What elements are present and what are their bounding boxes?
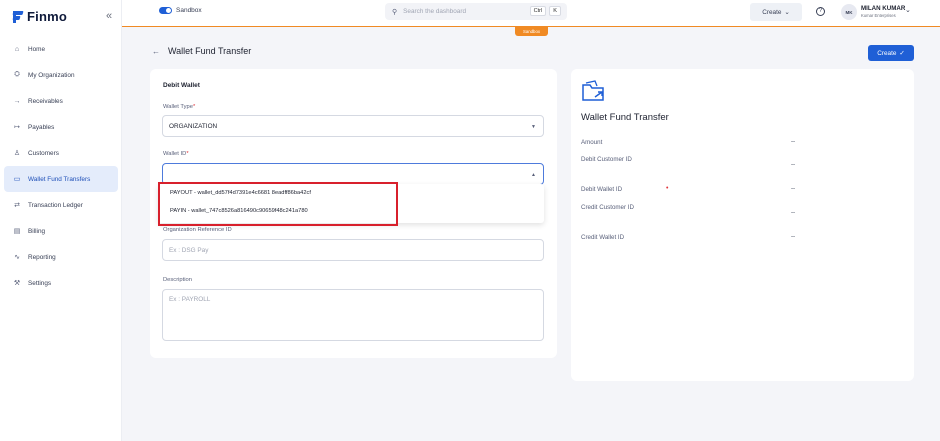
- sidebar-nav: ⌂ Home ⛭ My Organization → Receivables ↦…: [4, 36, 118, 296]
- reporting-icon: ∿: [14, 254, 20, 261]
- org-reference-input[interactable]: Ex : DSG Pay: [162, 239, 544, 261]
- sidebar-item-payables[interactable]: ↦ Payables: [4, 114, 118, 140]
- caret-down-icon: ▼: [531, 124, 536, 130]
- description-textarea[interactable]: Ex : PAYROLL: [162, 289, 544, 341]
- search-icon: ⚲: [392, 8, 398, 16]
- double-chevron-left-icon[interactable]: «: [106, 10, 112, 22]
- shortcut-k-key: K: [549, 6, 561, 16]
- user-organization: Kumar Enterprises: [861, 13, 896, 18]
- search-shortcut: Ctrl K: [529, 6, 561, 16]
- user-menu-chevron-icon[interactable]: ⌄: [905, 6, 911, 14]
- sidebar-item-receivables[interactable]: → Receivables: [4, 88, 118, 114]
- receivables-icon: →: [13, 97, 21, 105]
- section-title: Debit Wallet: [163, 82, 200, 89]
- page-header: ← Wallet Fund Transfer: [152, 46, 251, 56]
- caret-up-icon: ▲: [531, 172, 536, 178]
- create-dropdown-label: Create: [762, 8, 782, 16]
- sidebar-item-label: Settings: [28, 279, 52, 287]
- sidebar-item-reporting[interactable]: ∿ Reporting: [4, 244, 118, 270]
- ledger-icon: ⇄: [14, 202, 20, 209]
- summary-title: Wallet Fund Transfer: [581, 112, 669, 123]
- sidebar-item-label: Reporting: [28, 253, 56, 261]
- sandbox-toggle[interactable]: Sandbox: [159, 7, 202, 14]
- sidebar: Finmo « ⌂ Home ⛭ My Organization → Recei…: [0, 0, 122, 441]
- settings-icon: ⚒: [13, 280, 21, 287]
- top-bar: Sandbox ⚲ Ctrl K Create ⌄ ? MK MILAN KUM…: [122, 0, 940, 27]
- sidebar-item-label: Billing: [28, 227, 46, 235]
- shortcut-ctrl-key: Ctrl: [529, 6, 547, 16]
- chevron-down-icon: ⌄: [784, 9, 790, 16]
- wallet-icon: ▭: [13, 176, 21, 183]
- sidebar-item-label: My Organization: [28, 71, 75, 79]
- wallet-id-label: Wallet ID*: [163, 151, 189, 157]
- wallet-type-label: Wallet Type*: [163, 104, 196, 110]
- sidebar-item-my-organization[interactable]: ⛭ My Organization: [4, 62, 118, 88]
- avatar[interactable]: MK: [841, 4, 857, 20]
- sandbox-badge: Sandbox: [515, 27, 548, 36]
- sidebar-item-label: Receivables: [28, 97, 63, 105]
- user-name[interactable]: MILAN KUMAR: [861, 5, 905, 12]
- search-bar[interactable]: ⚲ Ctrl K: [385, 3, 567, 20]
- create-dropdown-button[interactable]: Create ⌄: [750, 3, 802, 21]
- wallet-id-dropdown: PAYOUT - wallet_dd57f4d7391e4c6681 8eadf…: [158, 184, 544, 223]
- sidebar-item-transaction-ledger[interactable]: ⇄ Transaction Ledger: [4, 192, 118, 218]
- transfer-summary-card: Wallet Fund Transfer Amount -- Debit Cus…: [571, 69, 914, 381]
- sidebar-item-billing[interactable]: ▤ Billing: [4, 218, 118, 244]
- sidebar-item-label: Customers: [28, 149, 59, 157]
- brand-name: Finmo: [27, 9, 67, 24]
- sidebar-item-label: Home: [28, 45, 46, 53]
- sidebar-item-label: Wallet Fund Transfers: [28, 175, 91, 183]
- sidebar-item-label: Transaction Ledger: [28, 201, 83, 209]
- page-title: Wallet Fund Transfer: [168, 46, 252, 56]
- wallet-option-payin[interactable]: PAYIN - wallet_747c8526a816490c90659f48c…: [158, 202, 544, 220]
- billing-icon: ▤: [13, 228, 21, 235]
- sidebar-item-wallet-fund-transfers[interactable]: ▭ Wallet Fund Transfers: [4, 166, 118, 192]
- org-reference-label: Organization Reference ID: [163, 227, 232, 233]
- organization-icon: ⛭: [14, 71, 20, 78]
- required-dot-icon: •: [666, 185, 669, 192]
- finmo-logo-icon: [13, 10, 23, 23]
- sidebar-item-label: Payables: [28, 123, 55, 131]
- wallet-transfer-icon: [582, 80, 604, 101]
- home-icon: ⌂: [14, 45, 20, 53]
- customers-icon: ♙: [13, 150, 21, 157]
- back-arrow-icon[interactable]: ←: [152, 47, 160, 56]
- sandbox-label: Sandbox: [176, 7, 202, 14]
- payables-icon: ↦: [14, 124, 20, 131]
- sidebar-item-home[interactable]: ⌂ Home: [4, 36, 118, 62]
- description-label: Description: [163, 277, 192, 283]
- checkmark-icon: ✓: [899, 50, 905, 57]
- wallet-type-select[interactable]: ORGANIZATION ▼: [162, 115, 544, 137]
- wallet-id-select[interactable]: ▲: [162, 163, 544, 185]
- toggle-switch-icon[interactable]: [159, 7, 172, 14]
- help-icon[interactable]: ?: [816, 7, 825, 16]
- search-input[interactable]: [403, 8, 524, 15]
- sidebar-item-customers[interactable]: ♙ Customers: [4, 140, 118, 166]
- create-button-label: Create: [877, 49, 897, 57]
- finmo-logo[interactable]: Finmo: [13, 9, 67, 24]
- sidebar-item-settings[interactable]: ⚒ Settings: [4, 270, 118, 296]
- wallet-type-value: ORGANIZATION: [169, 122, 218, 130]
- create-button[interactable]: Create ✓: [868, 45, 914, 61]
- wallet-option-payout[interactable]: PAYOUT - wallet_dd57f4d7391e4c6681 8eadf…: [158, 184, 544, 202]
